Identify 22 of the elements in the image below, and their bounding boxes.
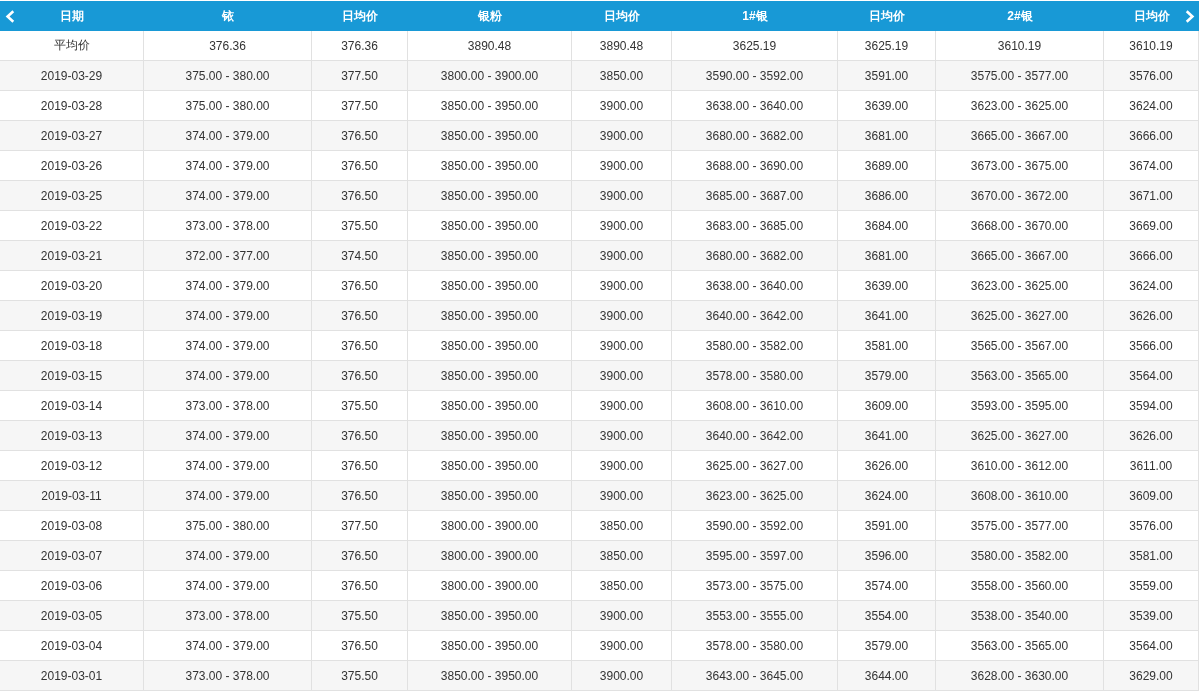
column-header: 铱 [222, 8, 234, 24]
column-header: 2#银 [1007, 8, 1033, 24]
column-header: 日均价 [342, 8, 378, 24]
chevron-right-icon [1185, 10, 1195, 23]
table-cell: 3643.00 - 3645.00 [672, 661, 838, 691]
column-header: 日均价 [869, 8, 905, 24]
column-header: 1#银 [742, 8, 768, 24]
chevron-left-icon [5, 10, 15, 23]
column-header: 日期 [60, 8, 84, 24]
table-cell: 3629.00 [1104, 661, 1199, 691]
previous-button[interactable] [5, 10, 15, 23]
table-cell: 3900.00 [572, 661, 672, 691]
column-header: 银粉 [478, 8, 502, 24]
column-header: 日均价 [604, 8, 640, 24]
table-cell: 373.00 - 378.00 [144, 661, 312, 691]
column-header: 日均价 [1133, 8, 1170, 24]
table-cell: 3628.00 - 3630.00 [936, 661, 1104, 691]
next-button[interactable] [1185, 10, 1195, 23]
table-cell: 2019-03-01 [0, 661, 144, 691]
table-cell: 3850.00 - 3950.00 [408, 661, 572, 691]
table-cell: 3644.00 [838, 661, 936, 691]
table-cell: 375.50 [312, 661, 408, 691]
